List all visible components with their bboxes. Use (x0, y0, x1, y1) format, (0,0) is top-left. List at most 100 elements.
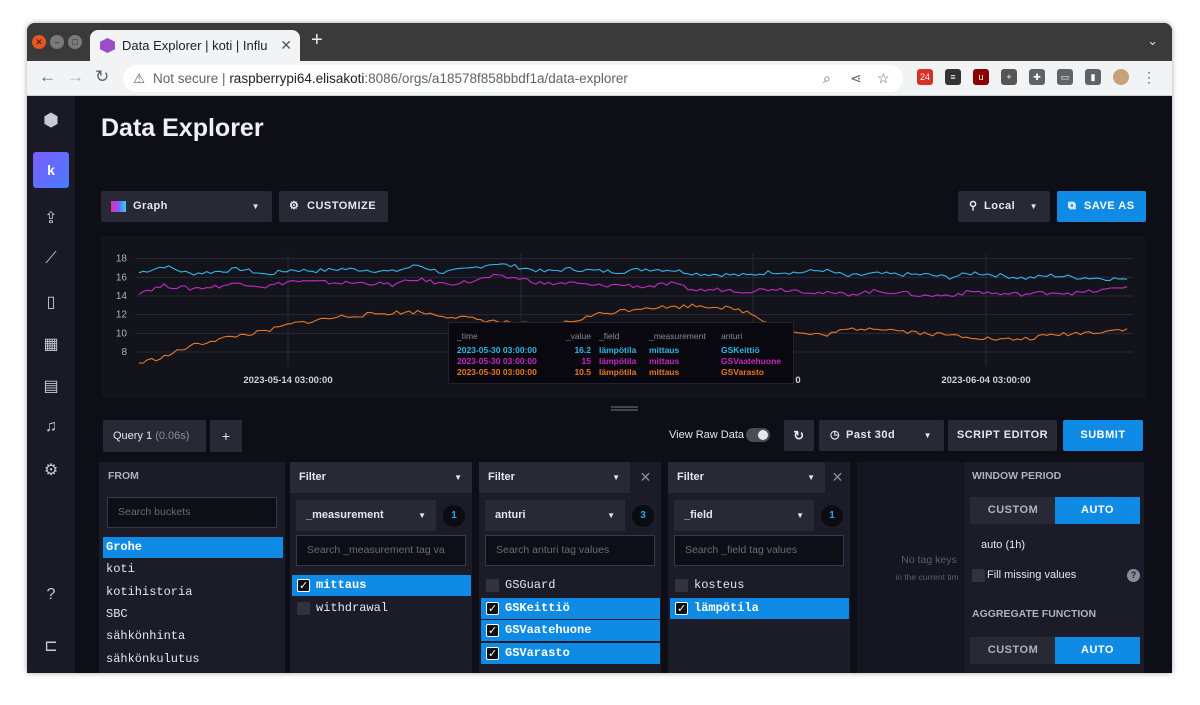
share-icon[interactable]: ⋖ (850, 65, 862, 92)
bucket-item[interactable]: sähkönhinta (103, 626, 283, 647)
checkbox-icon[interactable] (675, 579, 688, 592)
profile-avatar[interactable] (1113, 69, 1129, 85)
collapse-sidebar-icon[interactable]: ⊏ (27, 636, 75, 656)
tooltip-cell: 10.5 (574, 367, 591, 377)
reload-icon[interactable]: ↻ (95, 67, 109, 87)
influx-logo-icon[interactable]: ⬢ (27, 110, 75, 131)
browser-tab[interactable]: Data Explorer | koti | Influ ✕ (90, 30, 300, 61)
bucket-item[interactable]: SBC (103, 604, 283, 625)
anturi-key-dropdown[interactable]: anturi ▼ (485, 500, 625, 531)
view-type-dropdown[interactable]: Graph ▼ (101, 191, 272, 222)
time-range-dropdown[interactable]: ◷ Past 30d ▼ (819, 420, 944, 451)
help-icon[interactable]: ? (1127, 569, 1140, 582)
extensions-puzzle-icon[interactable]: ✚ (1029, 69, 1045, 85)
window-auto-button[interactable]: AUTO (1055, 497, 1140, 524)
close-tab-icon[interactable]: ✕ (280, 30, 292, 61)
tag-value-item[interactable]: GSGuard (481, 575, 660, 596)
filter-header[interactable]: Filter ▼ (479, 462, 630, 493)
checkbox-icon[interactable] (486, 620, 499, 641)
bookmark-star-icon[interactable]: ☆ (877, 65, 890, 92)
filter-header[interactable]: Filter ▼ (668, 462, 825, 493)
measurement-key-dropdown[interactable]: _measurement ▼ (296, 500, 436, 531)
window-custom-button[interactable]: CUSTOM (970, 497, 1056, 524)
bucket-item[interactable]: sähkönkulutus (103, 649, 283, 670)
chevron-down-icon: ▼ (454, 473, 462, 482)
new-tab-icon[interactable]: + (311, 29, 323, 52)
refresh-button[interactable]: ↻ (784, 420, 814, 451)
org-avatar[interactable]: k (33, 152, 69, 188)
layers-extension-icon[interactable]: ≡ (945, 69, 961, 85)
tag-value-item[interactable]: GSVarasto (481, 642, 660, 664)
alerts-bell-icon[interactable]: ♫ (27, 418, 75, 436)
tag-value-item[interactable]: GSVaatehuone (481, 620, 660, 641)
settings-gear-icon[interactable]: ⚙ (27, 460, 75, 480)
load-data-icon[interactable]: ⇪ (27, 208, 75, 228)
forward-icon[interactable]: → (67, 67, 84, 87)
tab-list-chevron-icon[interactable]: ⌄ (1147, 33, 1158, 49)
maximize-window-icon[interactable]: □ (68, 35, 82, 49)
timezone-dropdown[interactable]: ⚲ Local ▼ (958, 191, 1050, 222)
tooltip-cell: mittaus (649, 345, 680, 355)
checkbox-icon[interactable] (486, 579, 499, 592)
resize-handle[interactable] (611, 406, 638, 411)
timezone-label: Local (984, 200, 1016, 212)
cast-icon[interactable]: ▭ (1057, 69, 1073, 85)
query-tab[interactable]: Query 1 (0.06s) (103, 420, 206, 452)
selected-count-badge: 1 (443, 505, 465, 527)
bucket-search-input[interactable]: Search buckets (107, 497, 277, 528)
notebooks-icon[interactable]: ▯ (27, 292, 75, 312)
calendar-extension-icon[interactable]: 24 (917, 69, 933, 85)
data-explorer-icon[interactable]: ⟋ (27, 250, 75, 268)
browser-menu-icon[interactable]: ⋮ (1141, 69, 1157, 85)
close-window-icon[interactable]: ✕ (32, 35, 46, 49)
tag-value-item[interactable]: withdrawal (292, 598, 471, 619)
screenshot-extension-icon[interactable]: + (1001, 69, 1017, 85)
aggregate-auto-button[interactable]: AUTO (1055, 637, 1140, 664)
tasks-calendar-icon[interactable]: ▤ (27, 376, 75, 396)
tag-value-item[interactable]: GSKeittiö (481, 597, 660, 619)
field-key-dropdown[interactable]: _field ▼ (674, 500, 814, 531)
aggregate-custom-button[interactable]: CUSTOM (970, 637, 1056, 664)
tooltip-column: _time 2023-05-30 03:00:00 2023-05-30 03:00… (457, 331, 537, 378)
checkbox-icon[interactable] (297, 575, 310, 596)
minimize-window-icon[interactable]: – (50, 35, 64, 49)
tag-value-item[interactable]: mittaus (292, 575, 471, 596)
fill-missing-checkbox[interactable] (972, 569, 985, 582)
close-filter-icon[interactable]: ✕ (630, 462, 661, 493)
filter-panel-field: Filter ▼ ✕ _field ▼ 1 Search _field tag va… (668, 462, 850, 673)
back-icon[interactable]: ← (39, 67, 56, 87)
bucket-item[interactable]: koti (103, 559, 283, 580)
filter-header[interactable]: Filter ▼ (290, 462, 472, 493)
tag-value-item[interactable]: lämpötila (670, 597, 849, 619)
graph-panel[interactable]: 18 16 14 12 10 8 2023-05-14 03:00:00 0 2023-06-0… (101, 236, 1146, 398)
add-query-button[interactable]: + (210, 420, 242, 452)
anturi-search-input[interactable]: Search anturi tag values (485, 535, 655, 566)
url-path: :8086/orgs/a18578f858bbdf1a/data-explore… (364, 71, 628, 86)
dashboards-icon[interactable]: ▦ (27, 334, 75, 354)
help-icon[interactable]: ? (27, 586, 75, 604)
checkbox-icon[interactable] (297, 601, 310, 615)
checkbox-icon[interactable] (486, 643, 499, 664)
submit-button[interactable]: SUBMIT (1063, 420, 1143, 451)
checkbox-icon[interactable] (675, 598, 688, 619)
tag-value-item[interactable]: kosteus (670, 575, 849, 596)
customize-button[interactable]: ⚙ CUSTOMIZE (279, 191, 388, 222)
tooltip-column: anturi GSKeittiö GSVaatehuone GSVarasto (721, 331, 781, 378)
checkbox-icon[interactable] (486, 598, 499, 619)
view-raw-data-toggle[interactable] (746, 428, 770, 442)
tooltip-header: _time (457, 331, 478, 341)
tooltip-column: _measurement mittaus mittaus mittaus (649, 331, 706, 378)
zoom-search-icon[interactable]: ⌕ (823, 65, 831, 92)
close-filter-icon[interactable]: ✕ (825, 462, 850, 493)
script-editor-button[interactable]: SCRIPT EDITOR (948, 420, 1057, 451)
field-search-input[interactable]: Search _field tag values (674, 535, 844, 566)
save-as-button[interactable]: ⧉ SAVE AS (1057, 191, 1146, 222)
bucket-item[interactable]: Grohe (103, 537, 283, 558)
tooltip-header: anturi (721, 331, 743, 341)
url-field[interactable]: ⚠ Not secure | raspberrypi64.elisakoti:8… (123, 65, 903, 92)
measurement-search-input[interactable]: Search _measurement tag va (296, 535, 466, 566)
bucket-item[interactable]: kotihistoria (103, 582, 283, 603)
ublock-extension-icon[interactable]: u (973, 69, 989, 85)
side-panel-icon[interactable]: ▮ (1085, 69, 1101, 85)
tag-value-label: GSVaatehuone (505, 623, 592, 637)
